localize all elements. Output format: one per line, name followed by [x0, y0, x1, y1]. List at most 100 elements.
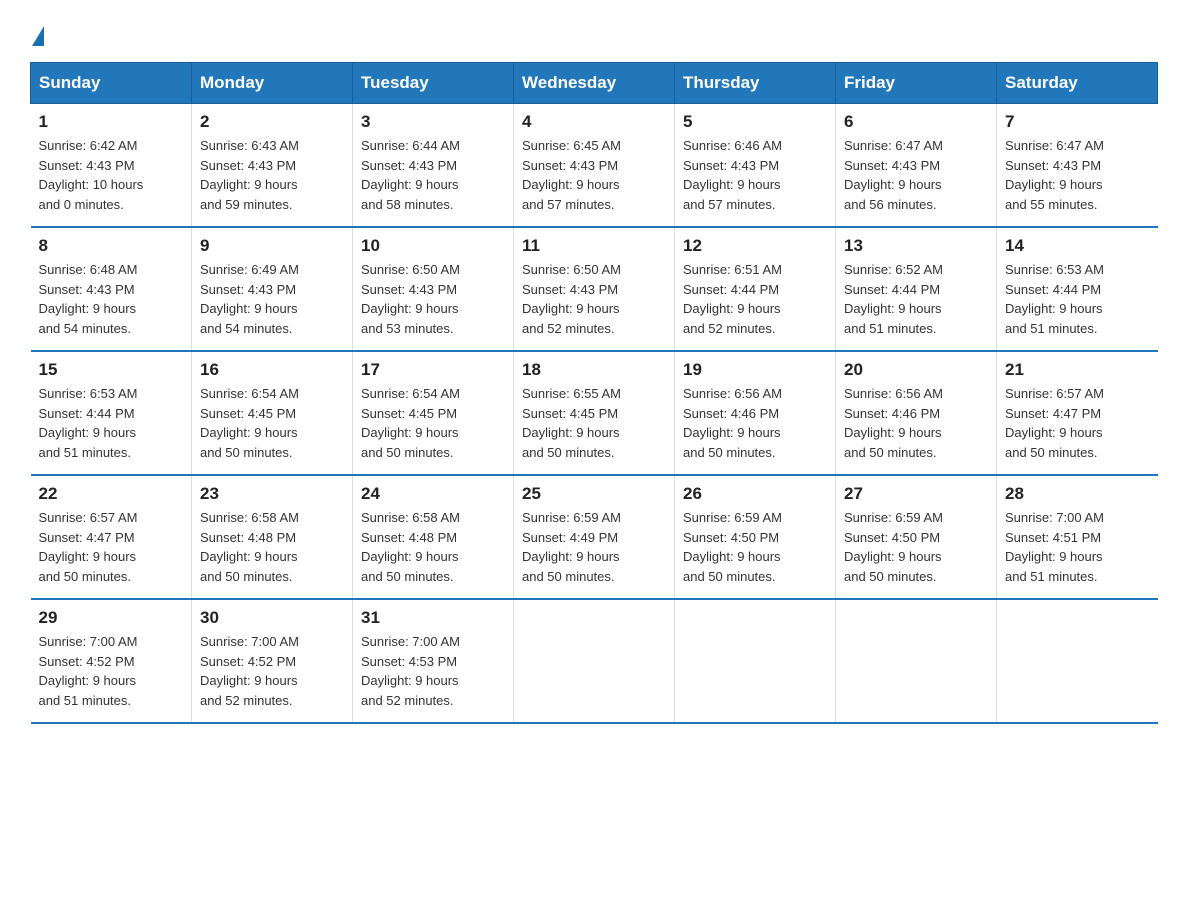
day-number: 1	[39, 112, 184, 132]
calendar-cell: 24 Sunrise: 6:58 AMSunset: 4:48 PMDaylig…	[353, 475, 514, 599]
calendar-cell: 12 Sunrise: 6:51 AMSunset: 4:44 PMDaylig…	[675, 227, 836, 351]
day-info: Sunrise: 7:00 AMSunset: 4:52 PMDaylight:…	[200, 634, 299, 708]
day-info: Sunrise: 6:59 AMSunset: 4:49 PMDaylight:…	[522, 510, 621, 584]
calendar-cell: 3 Sunrise: 6:44 AMSunset: 4:43 PMDayligh…	[353, 104, 514, 228]
day-info: Sunrise: 6:46 AMSunset: 4:43 PMDaylight:…	[683, 138, 782, 212]
calendar-cell: 13 Sunrise: 6:52 AMSunset: 4:44 PMDaylig…	[836, 227, 997, 351]
day-info: Sunrise: 6:50 AMSunset: 4:43 PMDaylight:…	[522, 262, 621, 336]
day-info: Sunrise: 6:42 AMSunset: 4:43 PMDaylight:…	[39, 138, 144, 212]
col-header-thursday: Thursday	[675, 63, 836, 104]
day-number: 7	[1005, 112, 1150, 132]
calendar-cell	[997, 599, 1158, 723]
day-number: 9	[200, 236, 344, 256]
day-info: Sunrise: 6:48 AMSunset: 4:43 PMDaylight:…	[39, 262, 138, 336]
calendar-header-row: SundayMondayTuesdayWednesdayThursdayFrid…	[31, 63, 1158, 104]
day-number: 10	[361, 236, 505, 256]
day-number: 31	[361, 608, 505, 628]
week-row-5: 29 Sunrise: 7:00 AMSunset: 4:52 PMDaylig…	[31, 599, 1158, 723]
day-number: 15	[39, 360, 184, 380]
day-info: Sunrise: 7:00 AMSunset: 4:53 PMDaylight:…	[361, 634, 460, 708]
day-number: 26	[683, 484, 827, 504]
day-number: 29	[39, 608, 184, 628]
week-row-1: 1 Sunrise: 6:42 AMSunset: 4:43 PMDayligh…	[31, 104, 1158, 228]
calendar-cell: 7 Sunrise: 6:47 AMSunset: 4:43 PMDayligh…	[997, 104, 1158, 228]
day-info: Sunrise: 6:57 AMSunset: 4:47 PMDaylight:…	[39, 510, 138, 584]
day-info: Sunrise: 6:59 AMSunset: 4:50 PMDaylight:…	[683, 510, 782, 584]
calendar-cell: 8 Sunrise: 6:48 AMSunset: 4:43 PMDayligh…	[31, 227, 192, 351]
calendar-cell	[836, 599, 997, 723]
day-number: 25	[522, 484, 666, 504]
day-info: Sunrise: 6:54 AMSunset: 4:45 PMDaylight:…	[200, 386, 299, 460]
calendar-cell: 15 Sunrise: 6:53 AMSunset: 4:44 PMDaylig…	[31, 351, 192, 475]
day-info: Sunrise: 7:00 AMSunset: 4:52 PMDaylight:…	[39, 634, 138, 708]
calendar-cell: 19 Sunrise: 6:56 AMSunset: 4:46 PMDaylig…	[675, 351, 836, 475]
page-header	[30, 20, 1158, 42]
day-info: Sunrise: 6:57 AMSunset: 4:47 PMDaylight:…	[1005, 386, 1104, 460]
day-number: 16	[200, 360, 344, 380]
day-number: 22	[39, 484, 184, 504]
calendar-cell: 1 Sunrise: 6:42 AMSunset: 4:43 PMDayligh…	[31, 104, 192, 228]
day-number: 4	[522, 112, 666, 132]
calendar-cell: 26 Sunrise: 6:59 AMSunset: 4:50 PMDaylig…	[675, 475, 836, 599]
day-number: 18	[522, 360, 666, 380]
day-info: Sunrise: 6:47 AMSunset: 4:43 PMDaylight:…	[1005, 138, 1104, 212]
week-row-4: 22 Sunrise: 6:57 AMSunset: 4:47 PMDaylig…	[31, 475, 1158, 599]
calendar-cell: 5 Sunrise: 6:46 AMSunset: 4:43 PMDayligh…	[675, 104, 836, 228]
calendar-cell: 23 Sunrise: 6:58 AMSunset: 4:48 PMDaylig…	[192, 475, 353, 599]
day-number: 19	[683, 360, 827, 380]
day-info: Sunrise: 6:52 AMSunset: 4:44 PMDaylight:…	[844, 262, 943, 336]
day-number: 2	[200, 112, 344, 132]
calendar-cell: 17 Sunrise: 6:54 AMSunset: 4:45 PMDaylig…	[353, 351, 514, 475]
calendar-cell: 6 Sunrise: 6:47 AMSunset: 4:43 PMDayligh…	[836, 104, 997, 228]
calendar-cell: 30 Sunrise: 7:00 AMSunset: 4:52 PMDaylig…	[192, 599, 353, 723]
week-row-3: 15 Sunrise: 6:53 AMSunset: 4:44 PMDaylig…	[31, 351, 1158, 475]
day-info: Sunrise: 6:56 AMSunset: 4:46 PMDaylight:…	[844, 386, 943, 460]
calendar-cell: 14 Sunrise: 6:53 AMSunset: 4:44 PMDaylig…	[997, 227, 1158, 351]
day-number: 28	[1005, 484, 1150, 504]
col-header-wednesday: Wednesday	[514, 63, 675, 104]
calendar-cell: 18 Sunrise: 6:55 AMSunset: 4:45 PMDaylig…	[514, 351, 675, 475]
calendar-cell	[675, 599, 836, 723]
day-info: Sunrise: 6:45 AMSunset: 4:43 PMDaylight:…	[522, 138, 621, 212]
calendar-cell	[514, 599, 675, 723]
col-header-friday: Friday	[836, 63, 997, 104]
day-info: Sunrise: 6:54 AMSunset: 4:45 PMDaylight:…	[361, 386, 460, 460]
col-header-sunday: Sunday	[31, 63, 192, 104]
day-info: Sunrise: 6:58 AMSunset: 4:48 PMDaylight:…	[200, 510, 299, 584]
day-number: 20	[844, 360, 988, 380]
day-number: 17	[361, 360, 505, 380]
calendar-cell: 28 Sunrise: 7:00 AMSunset: 4:51 PMDaylig…	[997, 475, 1158, 599]
day-number: 5	[683, 112, 827, 132]
calendar-cell: 10 Sunrise: 6:50 AMSunset: 4:43 PMDaylig…	[353, 227, 514, 351]
day-info: Sunrise: 6:53 AMSunset: 4:44 PMDaylight:…	[1005, 262, 1104, 336]
day-info: Sunrise: 6:51 AMSunset: 4:44 PMDaylight:…	[683, 262, 782, 336]
day-number: 27	[844, 484, 988, 504]
day-number: 21	[1005, 360, 1150, 380]
day-info: Sunrise: 6:50 AMSunset: 4:43 PMDaylight:…	[361, 262, 460, 336]
col-header-monday: Monday	[192, 63, 353, 104]
day-number: 23	[200, 484, 344, 504]
day-number: 6	[844, 112, 988, 132]
day-info: Sunrise: 6:56 AMSunset: 4:46 PMDaylight:…	[683, 386, 782, 460]
calendar-cell: 20 Sunrise: 6:56 AMSunset: 4:46 PMDaylig…	[836, 351, 997, 475]
day-info: Sunrise: 6:59 AMSunset: 4:50 PMDaylight:…	[844, 510, 943, 584]
calendar-cell: 25 Sunrise: 6:59 AMSunset: 4:49 PMDaylig…	[514, 475, 675, 599]
calendar-cell: 16 Sunrise: 6:54 AMSunset: 4:45 PMDaylig…	[192, 351, 353, 475]
week-row-2: 8 Sunrise: 6:48 AMSunset: 4:43 PMDayligh…	[31, 227, 1158, 351]
logo-triangle-icon	[32, 26, 44, 46]
day-info: Sunrise: 6:53 AMSunset: 4:44 PMDaylight:…	[39, 386, 138, 460]
day-info: Sunrise: 6:49 AMSunset: 4:43 PMDaylight:…	[200, 262, 299, 336]
calendar-cell: 21 Sunrise: 6:57 AMSunset: 4:47 PMDaylig…	[997, 351, 1158, 475]
calendar-cell: 11 Sunrise: 6:50 AMSunset: 4:43 PMDaylig…	[514, 227, 675, 351]
day-info: Sunrise: 6:47 AMSunset: 4:43 PMDaylight:…	[844, 138, 943, 212]
day-info: Sunrise: 7:00 AMSunset: 4:51 PMDaylight:…	[1005, 510, 1104, 584]
day-info: Sunrise: 6:55 AMSunset: 4:45 PMDaylight:…	[522, 386, 621, 460]
calendar-cell: 22 Sunrise: 6:57 AMSunset: 4:47 PMDaylig…	[31, 475, 192, 599]
col-header-tuesday: Tuesday	[353, 63, 514, 104]
calendar-cell: 9 Sunrise: 6:49 AMSunset: 4:43 PMDayligh…	[192, 227, 353, 351]
logo-text-block	[30, 20, 44, 42]
day-number: 14	[1005, 236, 1150, 256]
calendar-cell: 2 Sunrise: 6:43 AMSunset: 4:43 PMDayligh…	[192, 104, 353, 228]
calendar-cell: 4 Sunrise: 6:45 AMSunset: 4:43 PMDayligh…	[514, 104, 675, 228]
day-info: Sunrise: 6:44 AMSunset: 4:43 PMDaylight:…	[361, 138, 460, 212]
